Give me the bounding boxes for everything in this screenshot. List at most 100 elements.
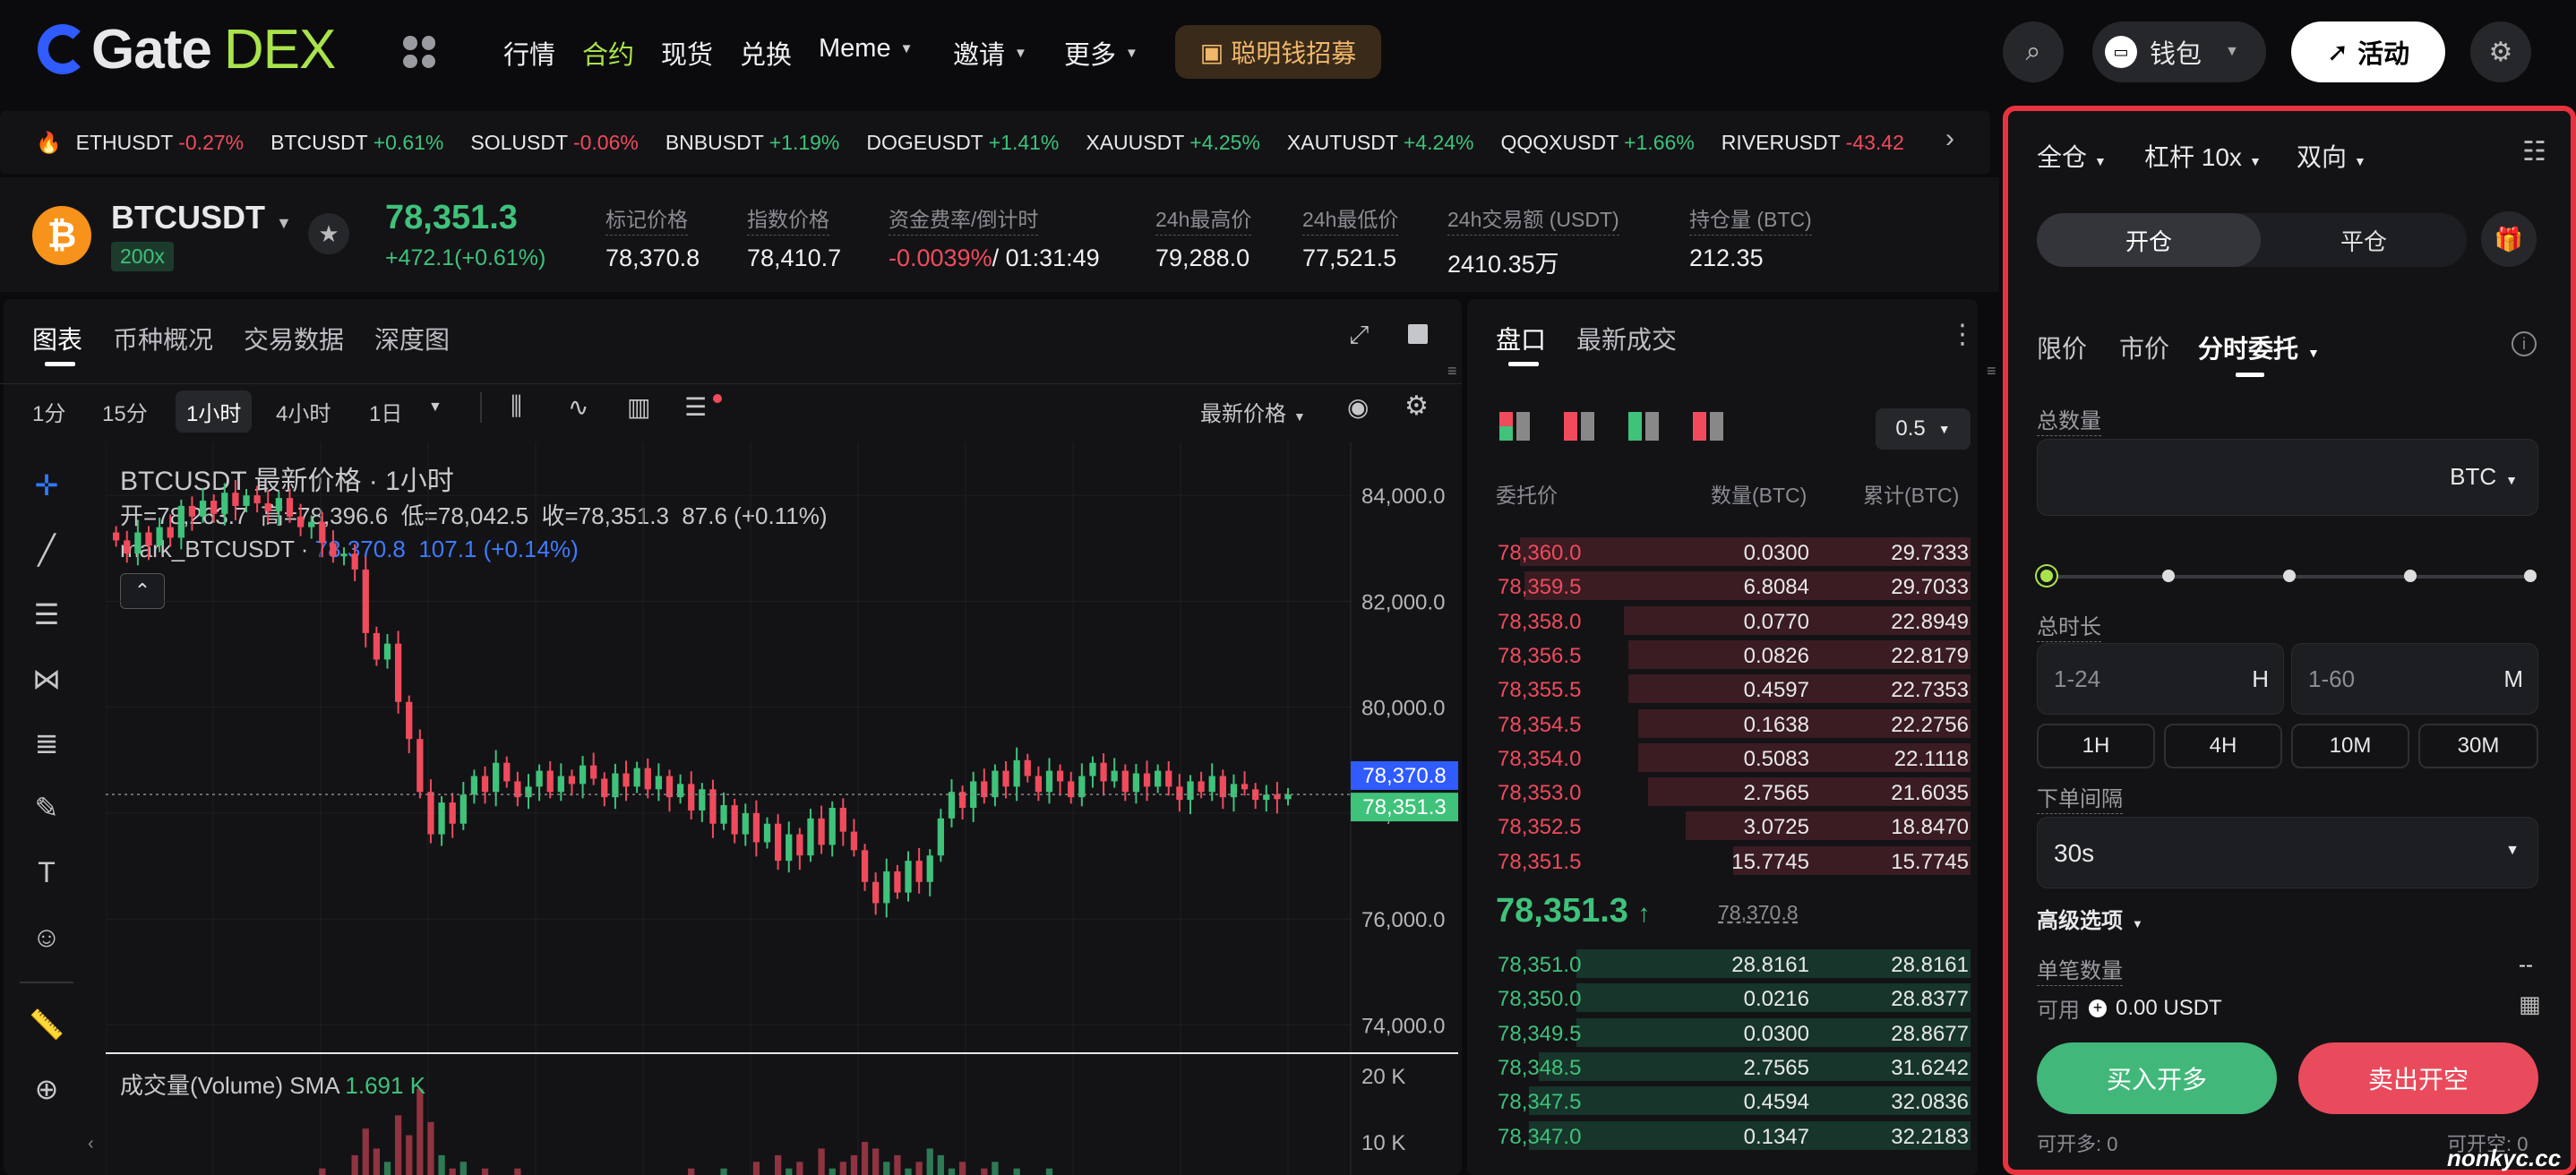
slider-tick[interactable] [2283,570,2296,582]
zoom-icon[interactable]: ⊕ [27,1069,66,1109]
indicators-icon[interactable]: ∿ [568,392,588,422]
text-icon[interactable]: T [27,853,66,892]
advanced-options-toggle[interactable]: 高级选项 ▼ [2037,903,2143,934]
search-button[interactable]: ⌕ [2003,21,2064,82]
book-asks-icon[interactable] [1564,412,1594,441]
tab-recent-trades[interactable]: 最新成交 [1576,321,1677,356]
tab-trading-data[interactable]: 交易数据 [244,321,344,356]
bid-row[interactable]: 78,347.5 0.4594 32.0836 [1496,1085,1971,1117]
sell-open-short-button[interactable]: 卖出开空 [2298,1042,2538,1114]
more-vertical-icon[interactable]: ⋮ [1949,319,1976,350]
gift-icon[interactable]: 🎁 [2481,211,2537,267]
book-both-icon[interactable] [1499,412,1530,441]
ticker-item[interactable]: QQQXUSDT +1.66% [1501,131,1695,155]
ticker-item[interactable]: DOGEUSDT +1.41% [866,131,1059,155]
bid-row[interactable]: 78,349.5 0.0300 28.8677 [1496,1016,1971,1049]
qty-unit-select[interactable]: BTC ▼ [2450,463,2518,491]
fib-icon[interactable]: ≣ [27,724,66,763]
ask-row[interactable]: 78,353.0 2.7565 21.6035 [1496,776,1971,808]
open-position-tab[interactable]: 开仓 [2037,213,2261,267]
trash-icon[interactable]: ▥ [627,392,650,422]
timeframe-1h[interactable]: 1小时 [176,390,253,433]
crosshair-icon[interactable]: ✛ [27,466,66,505]
tab-depth-chart[interactable]: 深度图 [374,321,450,356]
ticker-item[interactable]: XAUTUSDT +4.24% [1287,131,1474,155]
ticker-item[interactable]: XAUUSDT +4.25% [1086,131,1260,155]
nav-swap[interactable]: 兑换 [740,34,792,72]
book-large-icon[interactable] [1693,412,1723,441]
trend-line-icon[interactable]: ╱ [27,530,66,570]
close-position-tab[interactable]: 平仓 [2261,213,2467,267]
apps-grid-icon[interactable] [403,36,435,68]
activity-button[interactable]: ➚ 活动 [2291,21,2445,82]
duration-chip-1h[interactable]: 1H [2037,724,2155,768]
chevron-right-icon[interactable]: › [1945,124,1954,154]
preferences-icon[interactable]: ☷ [2522,136,2546,167]
ask-row[interactable]: 78,352.5 3.0725 18.8470 [1496,810,1971,842]
order-type-market[interactable]: 市价 [2119,330,2169,365]
total-qty-input[interactable]: BTC ▼ [2037,439,2538,516]
bid-row[interactable]: 78,347.0 0.1347 32.2183 [1496,1119,1971,1152]
ticker-item[interactable]: BNBUSDT +1.19% [665,131,840,155]
tab-chart[interactable]: 图表 [32,321,82,356]
order-type-twap[interactable]: 分时委托 ▼ [2198,330,2320,365]
ask-row[interactable]: 78,355.5 0.4597 22.7353 [1496,673,1971,705]
buy-open-long-button[interactable]: 买入开多 [2037,1042,2277,1114]
fullscreen-icon[interactable] [1408,324,1428,344]
brush-icon[interactable]: ✎ [27,788,66,828]
minutes-input[interactable]: 1-60 M [2291,643,2538,715]
tab-coin-overview[interactable]: 币种概况 [113,321,213,356]
nav-more[interactable]: 更多 ▼ [1064,34,1138,72]
settings-button[interactable]: ⚙ [2470,21,2531,82]
nav-spot[interactable]: 现货 [661,34,713,72]
timeframe-4h[interactable]: 4小时 [276,396,331,427]
orders-overlay-icon[interactable]: ☰ [684,392,707,422]
timeframe-1d[interactable]: 1日 [369,396,402,427]
duration-chip-4h[interactable]: 4H [2164,724,2282,768]
ask-row[interactable]: 78,359.5 6.8084 29.7033 [1496,570,1971,602]
horizontal-lines-icon[interactable]: ☰ [27,595,66,634]
scroll-handle-icon[interactable]: ≡ [1987,362,1997,389]
wallet-button[interactable]: ▭ 钱包 ▼ [2092,21,2266,82]
timeframe-1m[interactable]: 1分 [32,396,65,427]
nav-futures[interactable]: 合约 [582,34,634,72]
qty-slider-handle[interactable] [2037,566,2057,586]
ask-row[interactable]: 78,351.5 15.7745 15.7745 [1496,845,1971,877]
hours-input[interactable]: 1-24 H [2037,643,2284,715]
ruler-icon[interactable]: 📏 [27,1005,66,1044]
gate-dex-logo[interactable]: Gate DEX [38,19,336,81]
ticker-item[interactable]: SOLUSDT -0.06% [470,131,638,155]
ticker-item[interactable]: ETHUSDT -0.27% [76,131,244,155]
scroll-handle-icon[interactable]: ≡ [1447,362,1458,389]
add-funds-icon[interactable]: + [2089,999,2107,1017]
expand-icon[interactable]: ⤢ [1349,321,1369,350]
leverage-select[interactable]: 杠杆 10x ▼ [2144,138,2262,174]
duration-chip-30m[interactable]: 30M [2418,724,2538,768]
collapse-toolbar-icon[interactable]: ‹ [88,1134,94,1154]
nav-invite[interactable]: 邀请 ▼ [953,34,1027,72]
ask-row[interactable]: 78,354.5 0.1638 22.2756 [1496,708,1971,740]
candlestick-chart[interactable]: 84,000.082,000.080,000.078,000.076,000.0… [106,442,1458,1175]
nav-meme[interactable]: Meme ▼ [819,34,913,64]
slider-tick[interactable] [2162,570,2175,582]
precision-select[interactable]: 0.5 ▼ [1876,408,1971,450]
emoji-icon[interactable]: ☺ [27,917,66,956]
bid-row[interactable]: 78,348.5 2.7565 31.6242 [1496,1051,1971,1083]
favorite-star-icon[interactable]: ★ [308,213,349,254]
ticker-item[interactable]: BTCUSDT +0.61% [270,131,443,155]
ask-row[interactable]: 78,354.0 0.5083 22.1118 [1496,742,1971,774]
margin-mode-select[interactable]: 全仓 ▼ [2037,138,2107,174]
candle-type-icon[interactable]: ⫼ [511,392,522,422]
info-icon[interactable]: i [2512,331,2537,356]
calculator-icon[interactable]: ▦ [2519,991,2541,1018]
book-bids-icon[interactable] [1628,412,1659,441]
price-type-select[interactable]: 最新价格 ▼ [1200,396,1306,427]
order-type-limit[interactable]: 限价 [2037,330,2087,365]
nav-market[interactable]: 行情 [503,34,555,72]
slider-tick[interactable] [2524,570,2537,582]
camera-icon[interactable]: ◉ [1347,392,1369,422]
ask-row[interactable]: 78,356.5 0.0826 22.8179 [1496,639,1971,671]
slider-tick[interactable] [2404,570,2417,582]
pattern-icon[interactable]: ⋈ [27,659,66,699]
position-mode-select[interactable]: 双向 ▼ [2297,138,2366,174]
